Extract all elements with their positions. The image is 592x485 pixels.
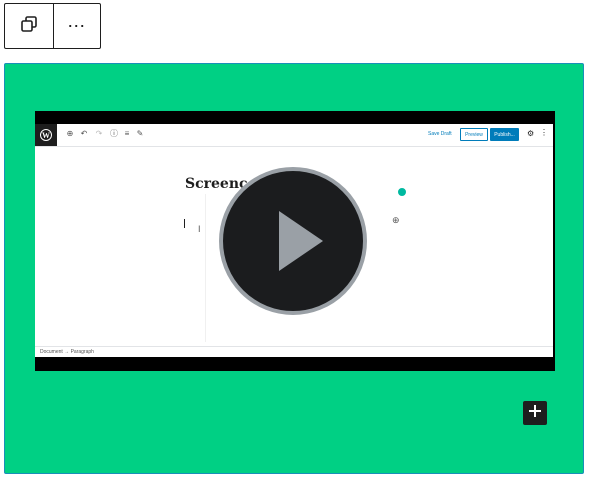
preview-button: Preview (460, 128, 488, 141)
group-block[interactable]: W ⊕ ↶ ↷ ⓘ ≡ ✎ Save Draft Preview Publish… (4, 63, 584, 474)
editor-topbar: W ⊕ ↶ ↷ ⓘ ≡ ✎ Save Draft Preview Publish… (35, 124, 553, 147)
publish-button: Publish... (490, 128, 519, 141)
block-toolbar: ⋯ (4, 3, 101, 49)
outline-icon: ≡ (124, 129, 130, 138)
play-icon (279, 211, 323, 271)
content-divider (205, 194, 206, 342)
block-inserter-button[interactable] (523, 401, 547, 425)
play-button[interactable] (219, 167, 367, 315)
block-transform-icon (20, 15, 38, 38)
text-caret (184, 219, 185, 228)
save-draft-link: Save Draft (428, 131, 452, 137)
ibeam-cursor-icon: I (198, 224, 201, 234)
plus-icon (528, 404, 542, 423)
undo-icon: ↶ (80, 129, 88, 138)
more-options-button[interactable]: ⋯ (52, 4, 101, 48)
settings-gear-icon: ⚙ (527, 129, 535, 138)
add-block-icon: ⊕ (66, 129, 74, 138)
transform-block-button[interactable] (5, 4, 53, 48)
edit-icon: ✎ (136, 129, 144, 138)
kebab-menu-icon: ⋮ (540, 128, 548, 137)
info-icon: ⓘ (110, 129, 118, 138)
add-block-inline-icon: ⊕ (392, 215, 400, 225)
editor-footer-breadcrumb: Document → Paragraph (35, 346, 553, 357)
more-options-icon: ⋯ (67, 16, 87, 36)
video-player[interactable]: W ⊕ ↶ ↷ ⓘ ≡ ✎ Save Draft Preview Publish… (35, 111, 555, 371)
grammarly-icon (397, 187, 407, 197)
redo-icon: ↷ (95, 129, 103, 138)
wordpress-logo-icon: W (35, 124, 57, 146)
